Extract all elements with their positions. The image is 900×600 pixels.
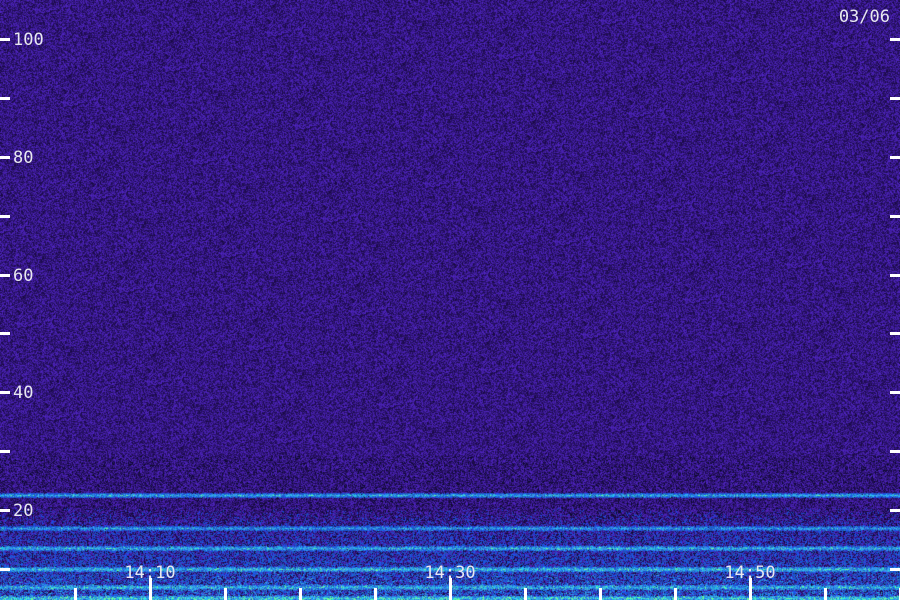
y-tick-label: 40 [13,383,33,403]
y-tick-left [0,274,10,277]
x-tick [374,588,377,600]
x-tick [599,588,602,600]
y-tick-left [0,38,10,41]
y-tick-right [890,332,900,335]
y-tick-left [0,97,10,100]
y-tick-right [890,274,900,277]
x-tick [824,588,827,600]
y-tick-left [0,215,10,218]
y-tick-right [890,97,900,100]
y-tick-right [890,509,900,512]
y-tick-right [890,156,900,159]
y-tick-left [0,332,10,335]
y-tick-left [0,391,10,394]
y-tick-right [890,38,900,41]
y-tick-left [0,509,10,512]
y-tick-right [890,215,900,218]
x-tick-label: 14:10 [124,563,175,583]
x-tick [524,588,527,600]
y-tick-left [0,450,10,453]
x-tick-label: 14:50 [724,563,775,583]
spectrogram-chart: 20 40 60 80 100 14:10 14:30 14:50 03/06 [0,0,900,600]
y-tick-left [0,568,10,571]
y-tick-label: 60 [13,266,33,286]
y-tick-right [890,568,900,571]
y-tick-label: 20 [13,501,33,521]
x-tick [74,588,77,600]
y-tick-label: 100 [13,30,44,50]
x-tick [674,588,677,600]
y-tick-left [0,156,10,159]
x-tick [224,588,227,600]
x-tick-label: 14:30 [424,563,475,583]
y-tick-right [890,391,900,394]
x-tick [299,588,302,600]
chart-axes: 20 40 60 80 100 14:10 14:30 14:50 03/06 [0,7,900,600]
y-tick-right [890,450,900,453]
date-label: 03/06 [839,7,890,27]
y-tick-label: 80 [13,148,33,168]
